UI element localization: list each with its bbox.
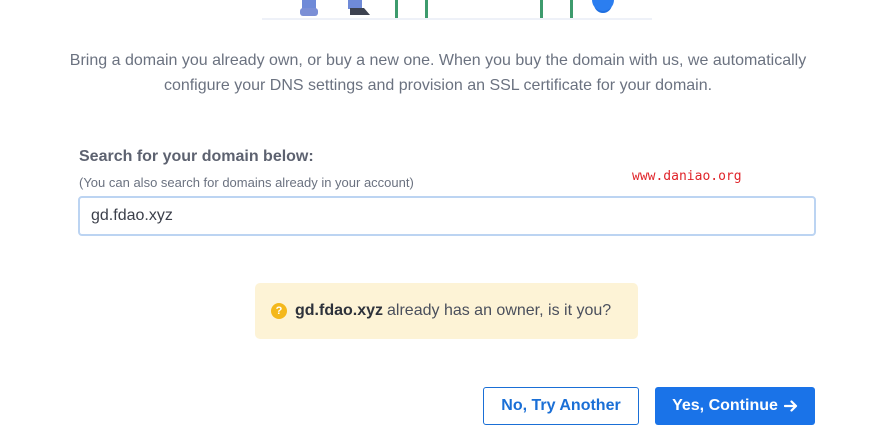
domain-search-input[interactable] [78,196,816,236]
arrow-right-icon [783,399,798,413]
search-hint: (You can also search for domains already… [79,175,414,190]
notice-message: already has an owner, is it you? [387,302,612,319]
question-circle-icon: ? [271,303,287,319]
header-illustration [262,0,652,22]
search-label: Search for your domain below: [79,148,314,165]
notice-domain: gd.fdao.xyz [295,302,384,319]
no-try-another-label: No, Try Another [501,397,621,414]
yes-continue-button[interactable]: Yes, Continue [655,387,815,425]
watermark-text: www.daniao.org [632,169,742,184]
owner-notice: ? gd.fdao.xyz already has an owner, is i… [255,283,638,339]
yes-continue-label: Yes, Continue [672,397,778,414]
intro-text: Bring a domain you already own, or buy a… [69,52,807,94]
no-try-another-button[interactable]: No, Try Another [483,387,639,425]
